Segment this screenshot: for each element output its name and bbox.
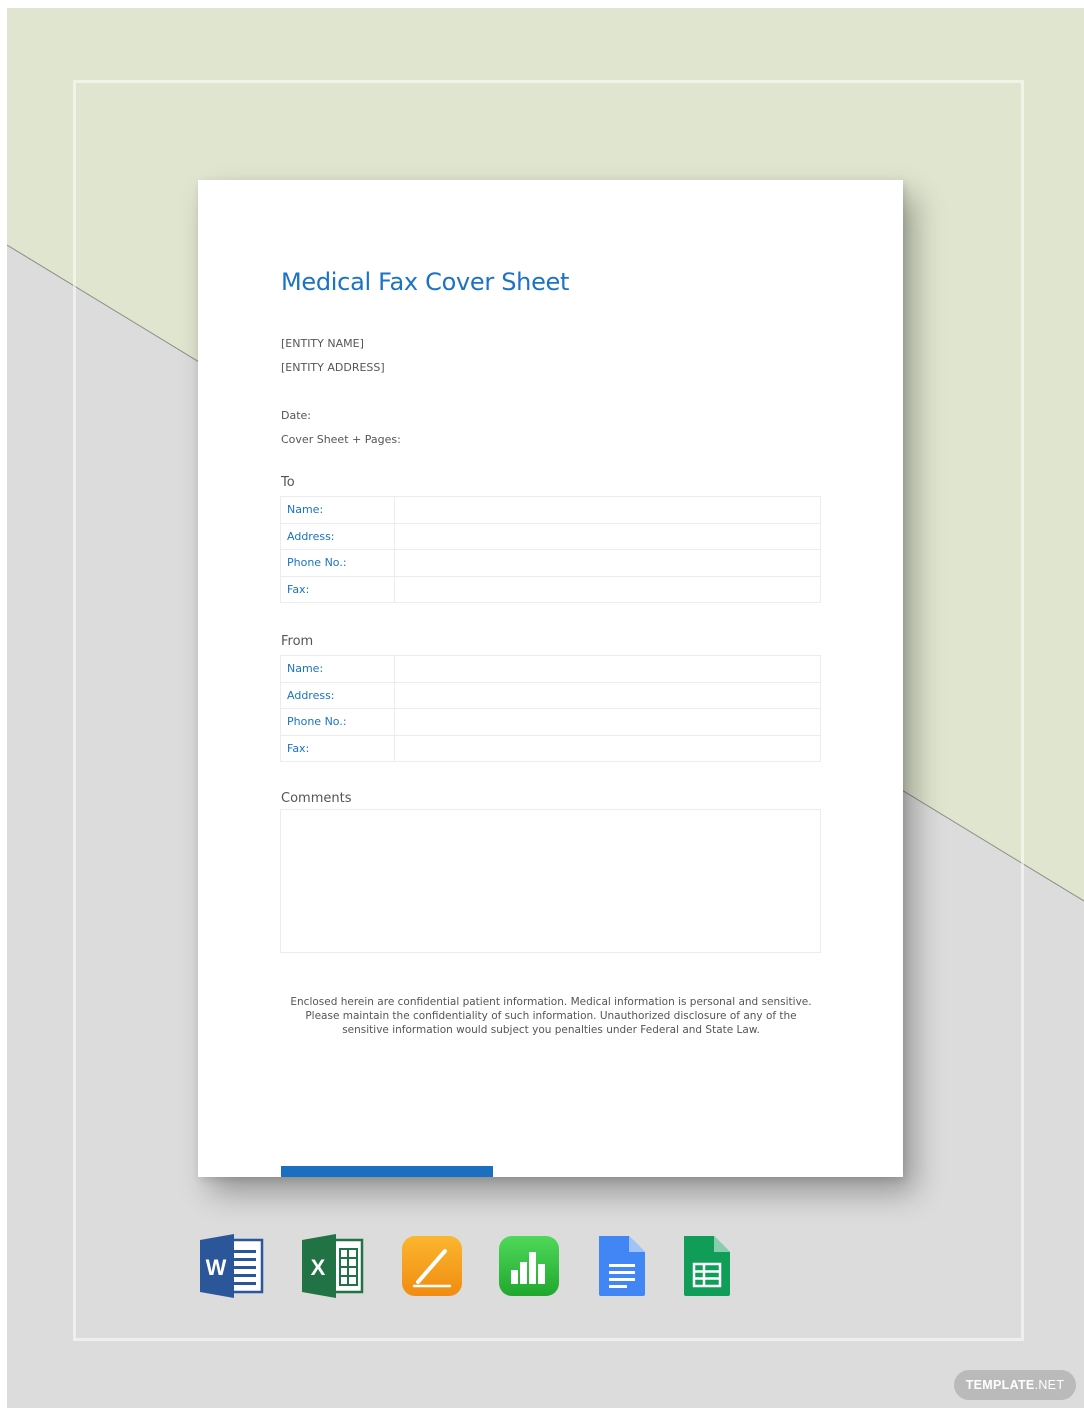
- from-heading: From: [281, 634, 314, 649]
- comments-heading: Comments: [281, 791, 352, 806]
- document-page[interactable]: Medical Fax Cover Sheet [ENTITY NAME] [E…: [198, 180, 903, 1177]
- from-table: Name: Address: Phone No.: Fax:: [280, 655, 822, 762]
- from-fax-label: Fax:: [280, 734, 395, 762]
- document-title: Medical Fax Cover Sheet: [281, 268, 570, 296]
- to-address-field[interactable]: [393, 522, 822, 550]
- table-row: Name:: [280, 496, 822, 524]
- to-phone-label: Phone No.:: [280, 549, 395, 577]
- to-address-label: Address:: [280, 522, 395, 550]
- to-fax-label: Fax:: [280, 575, 395, 603]
- from-fax-field[interactable]: [393, 734, 822, 762]
- word-letter: W: [206, 1255, 227, 1280]
- table-row: Fax:: [280, 734, 822, 762]
- from-phone-field[interactable]: [393, 708, 822, 736]
- disclaimer-line: sensitive information would subject you …: [342, 1024, 760, 1036]
- to-name-label: Name:: [280, 496, 395, 524]
- entity-name: [ENTITY NAME]: [281, 337, 364, 350]
- from-name-field[interactable]: [393, 655, 822, 683]
- google-sheets-icon[interactable]: [680, 1234, 732, 1298]
- table-row: Phone No.:: [280, 708, 822, 736]
- word-icon[interactable]: W: [198, 1234, 266, 1298]
- from-address-label: Address:: [280, 681, 395, 709]
- comments-field[interactable]: [280, 809, 821, 953]
- from-name-label: Name:: [280, 655, 395, 683]
- footer-accent-bar: [281, 1166, 493, 1177]
- excel-icon[interactable]: X: [300, 1234, 368, 1298]
- numbers-icon[interactable]: [497, 1234, 561, 1298]
- table-row: Address:: [280, 681, 822, 709]
- to-fax-field[interactable]: [393, 575, 822, 603]
- watermark-brand: TEMPLATE: [965, 1378, 1035, 1392]
- excel-letter: X: [311, 1255, 326, 1280]
- disclaimer-line: Please maintain the confidentiality of s…: [305, 1010, 797, 1022]
- to-table: Name: Address: Phone No.: Fax:: [280, 496, 822, 603]
- to-heading: To: [281, 475, 295, 490]
- from-address-field[interactable]: [393, 681, 822, 709]
- table-row: Fax:: [280, 575, 822, 603]
- entity-address: [ENTITY ADDRESS]: [281, 361, 385, 374]
- template-net-watermark: TEMPLATE.NET: [954, 1370, 1076, 1400]
- pages-label: Cover Sheet + Pages:: [281, 433, 401, 446]
- disclaimer: Enclosed herein are confidential patient…: [290, 995, 812, 1037]
- pages-icon[interactable]: [400, 1234, 464, 1298]
- preview-stage: Medical Fax Cover Sheet [ENTITY NAME] [E…: [7, 8, 1084, 1408]
- google-docs-icon[interactable]: [595, 1234, 647, 1298]
- watermark-suffix: .NET: [1034, 1378, 1065, 1392]
- disclaimer-line: Enclosed herein are confidential patient…: [290, 996, 812, 1008]
- from-phone-label: Phone No.:: [280, 708, 395, 736]
- table-row: Phone No.:: [280, 549, 822, 577]
- date-label: Date:: [281, 409, 311, 422]
- to-phone-field[interactable]: [393, 549, 822, 577]
- to-name-field[interactable]: [393, 496, 822, 524]
- table-row: Name:: [280, 655, 822, 683]
- table-row: Address:: [280, 522, 822, 550]
